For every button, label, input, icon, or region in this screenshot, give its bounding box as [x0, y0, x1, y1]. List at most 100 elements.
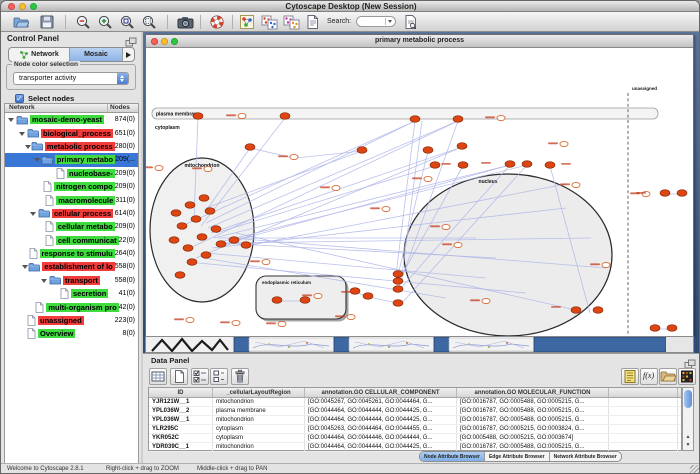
network-node[interactable]	[593, 307, 603, 314]
tree-row[interactable]: cellular metabo209(0)	[5, 220, 138, 233]
network-node-unselected[interactable]	[332, 185, 340, 190]
network-node[interactable]	[300, 297, 310, 304]
tab-network[interactable]: Network	[9, 48, 70, 61]
network-node[interactable]	[199, 195, 209, 202]
scroll-down-icon[interactable]: ▼	[683, 441, 693, 449]
table-row[interactable]: YPL036W__1mitochondrion[GO:0044464, GO:0…	[149, 416, 681, 425]
table-row[interactable]: YPL036W__2plasma membrane[GO:0044464, GO…	[149, 407, 681, 416]
network-node[interactable]	[205, 208, 215, 215]
network-node-unselected[interactable]	[347, 314, 355, 319]
tree-row[interactable]: metabolic process280(0)	[5, 140, 138, 153]
network-node[interactable]	[175, 272, 185, 279]
tree-row[interactable]: multi-organism pro42(0)	[5, 300, 138, 313]
column-header[interactable]: annotation.GO CELLULAR_COMPONENT	[305, 388, 457, 397]
network-node[interactable]	[197, 234, 207, 241]
network-node[interactable]	[393, 271, 403, 278]
table-row[interactable]: YJR121W__1mitochondrion[GO:0045267, GO:0…	[149, 398, 681, 407]
resize-grip[interactable]	[690, 465, 700, 474]
zoom-in-button[interactable]	[97, 14, 114, 30]
region-plasma-membrane[interactable]	[152, 108, 658, 119]
zoom-fit-button[interactable]	[141, 14, 158, 30]
network-node[interactable]	[453, 116, 463, 123]
vizmapper-button[interactable]	[239, 14, 256, 30]
network-node-unselected[interactable]	[482, 298, 490, 303]
enhanced-search-button[interactable]	[403, 14, 420, 30]
network-node[interactable]	[393, 286, 403, 293]
network-node[interactable]	[245, 144, 255, 151]
network-node-unselected[interactable]	[424, 176, 432, 181]
region-mitochondrion[interactable]	[150, 158, 254, 302]
disclosure-triangle-icon[interactable]	[19, 129, 27, 138]
network-overlay-a-button[interactable]	[261, 14, 278, 30]
network-canvas[interactable]: plasma membranecytoplasmmitochondrionnuc…	[146, 48, 693, 336]
import-attributes-button[interactable]	[659, 368, 677, 385]
minimized-windows-strip[interactable]	[145, 336, 694, 353]
network-node[interactable]	[457, 143, 467, 150]
network-canvas-svg[interactable]: plasma membranecytoplasmmitochondrionnuc…	[146, 48, 693, 336]
disclosure-triangle-icon[interactable]	[30, 209, 38, 218]
network-node[interactable]	[193, 113, 203, 120]
attribute-matrix-button[interactable]	[678, 368, 696, 385]
zoom-selected-button[interactable]	[119, 14, 136, 30]
network-node[interactable]	[458, 162, 468, 169]
tab-mosaic[interactable]: Mosaic	[70, 48, 123, 61]
search-input[interactable]	[356, 16, 396, 27]
chevron-down-icon[interactable]	[385, 18, 394, 25]
attribute-table[interactable]: ID_cellularLayoutRegionannotation.GO CEL…	[148, 387, 682, 451]
tree-row[interactable]: mosaic-demo-yeast874(0)	[5, 113, 138, 126]
network-node-unselected[interactable]	[314, 293, 322, 298]
network-node[interactable]	[191, 216, 201, 223]
select-nodes-checkbox[interactable]: ✓	[15, 94, 24, 103]
tree-row[interactable]: transport558(0)	[5, 274, 138, 287]
network-overlay-b-button[interactable]	[283, 14, 300, 30]
select-attributes-button[interactable]	[191, 368, 209, 385]
tree-row[interactable]: cellular process614(0)	[5, 207, 138, 220]
network-node[interactable]	[505, 161, 515, 168]
table-row[interactable]: YKR052Ccytoplasm[GO:0044464, GO:0044446,…	[149, 434, 681, 443]
network-node-unselected[interactable]	[454, 242, 462, 247]
minimized-window-bar[interactable]	[534, 337, 666, 352]
tree-header-nodes[interactable]: Nodes	[108, 104, 138, 112]
network-node-unselected[interactable]	[232, 320, 240, 325]
tree-row[interactable]: nucleobase-209(0)	[5, 167, 138, 180]
network-node[interactable]	[667, 325, 677, 332]
network-node[interactable]	[187, 259, 197, 266]
network-node[interactable]	[410, 116, 420, 123]
network-node-unselected[interactable]	[442, 224, 450, 229]
network-node[interactable]	[393, 300, 403, 307]
disclosure-triangle-icon[interactable]	[8, 115, 16, 124]
network-node[interactable]	[357, 147, 367, 154]
tree-row[interactable]: primary metabo209(...	[5, 153, 138, 166]
disclosure-triangle-icon[interactable]	[41, 276, 49, 285]
network-view-window[interactable]: primary metabolic process plasma membran…	[145, 34, 694, 336]
tab-overflow-arrow-icon[interactable]	[123, 48, 134, 61]
tree-row[interactable]: macromolecule311(0)	[5, 193, 138, 206]
network-node-unselected[interactable]	[497, 115, 505, 120]
network-node[interactable]	[183, 245, 193, 252]
network-node[interactable]	[423, 147, 433, 154]
open-file-button[interactable]	[13, 14, 30, 30]
network-node[interactable]	[280, 113, 290, 120]
tree-row[interactable]: establishment of lo558(0)	[5, 260, 138, 273]
network-node[interactable]	[272, 297, 282, 304]
table-row[interactable]: YLR295Ccytoplasm[GO:0045263, GO:0044464,…	[149, 425, 681, 434]
tree-row[interactable]: nitrogen compo209(0)	[5, 180, 138, 193]
network-node-unselected[interactable]	[186, 317, 194, 322]
network-tree[interactable]: mosaic-demo-yeast874(0)biological_proces…	[4, 113, 139, 474]
delete-attribute-button[interactable]	[231, 368, 249, 385]
column-header[interactable]: _cellularLayoutRegion	[213, 388, 305, 397]
network-node[interactable]	[650, 325, 660, 332]
new-attribute-button[interactable]	[170, 368, 188, 385]
attribute-report-button[interactable]	[621, 368, 639, 385]
network-node-unselected[interactable]	[382, 206, 390, 211]
formula-builder-button[interactable]: f(x)	[640, 368, 658, 385]
network-node-unselected[interactable]	[262, 259, 270, 264]
scroll-up-icon[interactable]: ▲	[683, 433, 693, 441]
network-node-unselected[interactable]	[560, 141, 568, 146]
network-node[interactable]	[677, 190, 687, 197]
network-node[interactable]	[430, 162, 440, 169]
network-node-unselected[interactable]	[155, 165, 163, 170]
scrollbar-thumb[interactable]	[684, 390, 692, 408]
tab-network-attribute-browser[interactable]: Network Attribute Browser	[550, 452, 621, 461]
snapshot-button[interactable]	[177, 14, 194, 30]
